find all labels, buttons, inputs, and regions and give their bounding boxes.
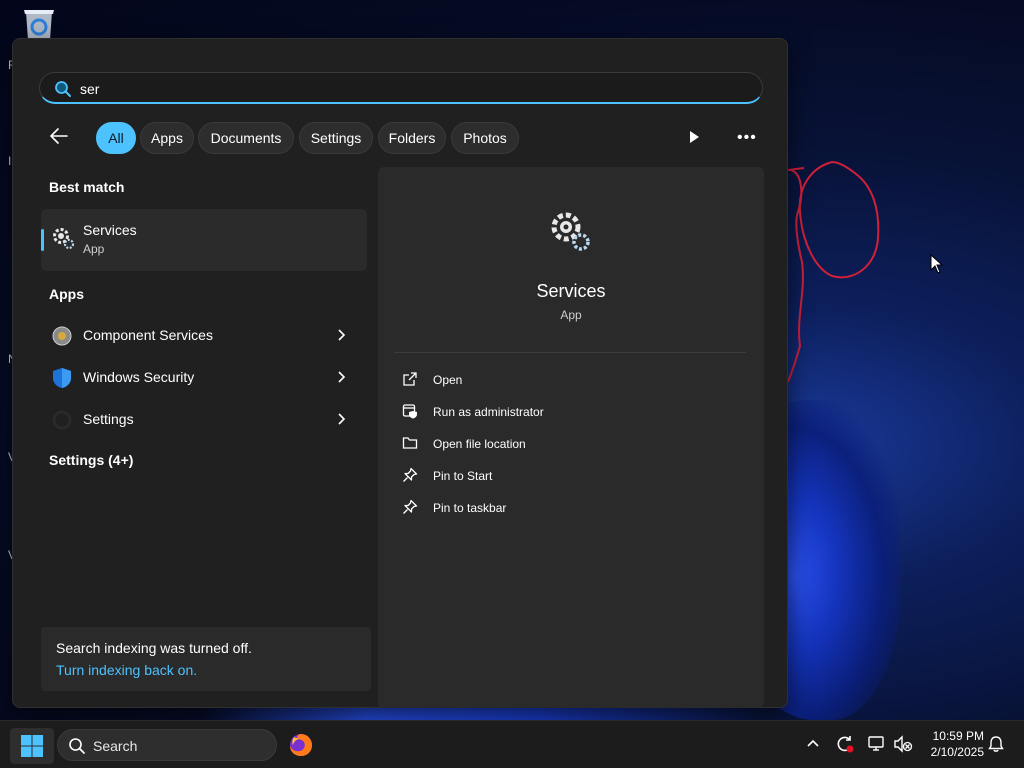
component-services-icon xyxy=(52,326,72,346)
settings-gear-icon xyxy=(52,410,72,430)
taskbar-search[interactable]: Search xyxy=(57,729,277,761)
taskbar-clock[interactable]: 10:59 PM 2/10/2025 xyxy=(920,728,984,760)
best-match-item-services[interactable]: Services App xyxy=(41,209,367,271)
best-match-type: App xyxy=(83,242,105,256)
filter-chip-apps[interactable]: Apps xyxy=(140,122,194,154)
folder-icon xyxy=(402,437,418,449)
firefox-icon[interactable] xyxy=(288,732,314,758)
open-external-icon xyxy=(403,372,417,386)
selection-accent xyxy=(41,229,44,251)
action-label: Pin to taskbar xyxy=(433,501,507,515)
filter-chip-photos[interactable]: Photos xyxy=(451,122,519,154)
sync-icon[interactable] xyxy=(835,734,855,754)
clock-date: 2/10/2025 xyxy=(930,745,984,759)
search-icon xyxy=(55,81,71,97)
chevron-right-icon[interactable] xyxy=(337,412,347,426)
pin-icon xyxy=(403,499,418,514)
services-gear-icon xyxy=(551,212,590,251)
action-label: Open file location xyxy=(433,437,526,451)
detail-pane: Services App Open Run as administrator O… xyxy=(378,167,764,708)
taskbar: Search 10:59 PM 2/10/2025 xyxy=(0,720,1024,768)
chevron-right-icon[interactable] xyxy=(337,328,347,342)
chevron-right-icon[interactable] xyxy=(337,370,347,384)
filter-chip-documents[interactable]: Documents xyxy=(198,122,294,154)
start-search-box[interactable] xyxy=(39,72,763,104)
shield-icon xyxy=(53,368,71,388)
chevron-up-icon[interactable] xyxy=(806,738,820,748)
app-item-windows-security[interactable]: Windows Security xyxy=(41,357,367,397)
app-item-label: Settings xyxy=(83,411,134,427)
desktop-label-fragment: I xyxy=(8,154,12,168)
filter-chip-all[interactable]: All xyxy=(96,122,136,154)
admin-shield-icon xyxy=(402,404,417,419)
red-drawing xyxy=(787,160,880,383)
action-open[interactable]: Open xyxy=(402,369,732,393)
mouse-cursor-icon xyxy=(930,254,944,274)
detail-title: Services xyxy=(536,281,606,301)
network-icon[interactable] xyxy=(867,734,887,754)
action-label: Run as administrator xyxy=(433,405,544,419)
filter-bar: All Apps Documents Settings Folders Phot… xyxy=(39,121,769,154)
app-item-component-services[interactable]: Component Services xyxy=(41,315,367,355)
more-options-icon[interactable]: ••• xyxy=(737,129,757,147)
notification-bell-icon[interactable] xyxy=(988,735,1004,753)
services-gear-icon xyxy=(53,228,75,250)
clock-time: 10:59 PM xyxy=(932,729,984,743)
action-open-file-location[interactable]: Open file location xyxy=(402,433,732,457)
search-input[interactable] xyxy=(80,77,740,101)
start-search-panel: All Apps Documents Settings Folders Phot… xyxy=(12,38,788,708)
action-run-as-admin[interactable]: Run as administrator xyxy=(402,401,732,425)
apps-heading: Apps xyxy=(49,286,84,302)
app-item-settings[interactable]: Settings xyxy=(41,399,367,439)
turn-indexing-on-link[interactable]: Turn indexing back on. xyxy=(56,662,197,678)
app-item-label: Component Services xyxy=(83,327,213,343)
detail-divider xyxy=(394,352,746,353)
indexing-notice: Search indexing was turned off. Turn ind… xyxy=(41,627,371,691)
windows-logo-icon xyxy=(21,735,43,757)
action-label: Open xyxy=(433,373,463,387)
volume-muted-icon[interactable] xyxy=(893,734,913,754)
indexing-message: Search indexing was turned off. xyxy=(56,640,252,656)
search-icon xyxy=(69,738,85,754)
app-item-label: Windows Security xyxy=(83,369,195,385)
best-match-name: Services xyxy=(83,222,137,238)
action-pin-to-taskbar[interactable]: Pin to taskbar xyxy=(402,497,732,521)
action-pin-to-start[interactable]: Pin to Start xyxy=(402,465,732,489)
settings-more-heading[interactable]: Settings (4+) xyxy=(49,452,133,468)
filter-chip-settings[interactable]: Settings xyxy=(299,122,373,154)
detail-subtitle: App xyxy=(560,308,582,322)
best-match-heading: Best match xyxy=(49,179,125,195)
pin-icon xyxy=(403,467,418,482)
play-icon[interactable] xyxy=(687,130,701,144)
filter-chip-folders[interactable]: Folders xyxy=(378,122,446,154)
back-arrow-icon[interactable] xyxy=(49,127,69,145)
recycle-bin-icon[interactable] xyxy=(20,8,58,42)
action-label: Pin to Start xyxy=(433,469,493,483)
taskbar-search-label: Search xyxy=(93,738,138,754)
start-button[interactable] xyxy=(10,728,54,764)
